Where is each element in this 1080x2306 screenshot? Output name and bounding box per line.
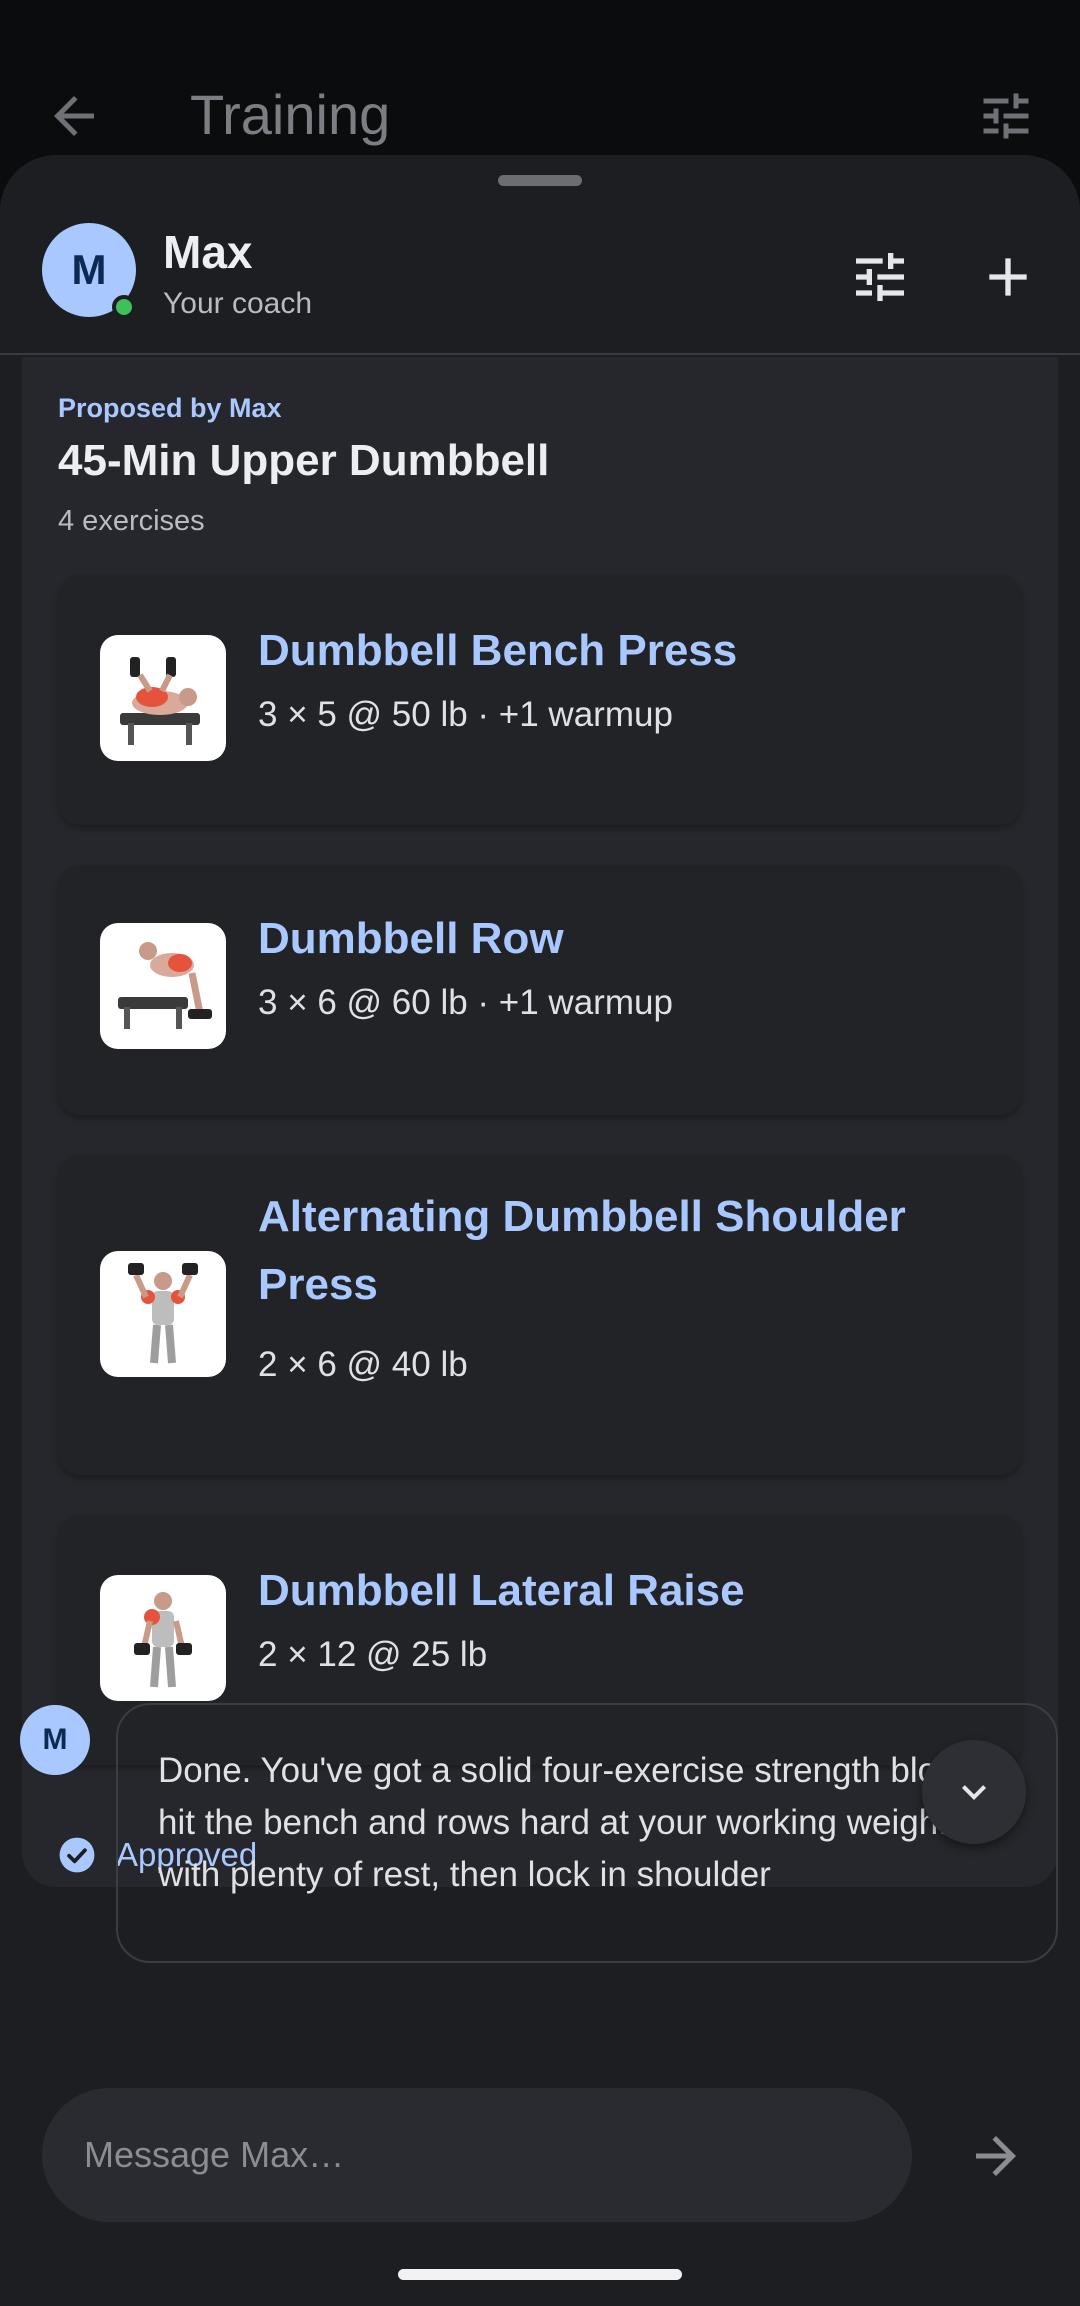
composer-bar: Message Max… <box>0 2066 1080 2306</box>
exercise-item[interactable]: Dumbbell Bench Press 3 × 5 @ 50 lb · +1 … <box>58 575 1022 825</box>
plan-title: 45-Min Upper Dumbbell <box>58 436 550 485</box>
exercise-item[interactable]: Alternating Dumbbell Shoulder Press 2 × … <box>58 1155 1022 1475</box>
scroll-to-bottom-button[interactable] <box>922 1740 1026 1844</box>
coach-avatar-initial: M <box>71 246 107 293</box>
coach-message-text: Done. You've got a solid four-exercise s… <box>158 1751 982 1894</box>
exercise-detail: 3 × 5 @ 50 lb · +1 warmup <box>258 695 673 734</box>
coach-message-bubble: Done. You've got a solid four-exercise s… <box>116 1703 1058 1963</box>
exercise-thumbnail <box>100 923 226 1049</box>
background-title: Training <box>190 83 391 146</box>
message-avatar: M <box>20 1705 90 1775</box>
proposed-by-label: Proposed by Max <box>58 393 282 423</box>
plus-icon[interactable] <box>976 245 1040 309</box>
chevron-down-icon <box>962 1785 986 1800</box>
exercise-detail: 2 × 6 @ 40 lb <box>258 1345 468 1384</box>
tune-icon[interactable] <box>848 245 912 309</box>
check-circle-icon <box>59 1837 95 1873</box>
exercise-count: 4 exercises <box>58 505 205 537</box>
exercise-item[interactable]: Dumbbell Row 3 × 6 @ 60 lb · +1 warmup <box>58 865 1022 1115</box>
exercise-name: Dumbbell Lateral Raise <box>258 1566 745 1615</box>
message-avatar-initial: M <box>42 1723 68 1756</box>
arrow-back-icon[interactable] <box>44 86 104 146</box>
exercise-thumbnail <box>100 635 226 761</box>
lateral-raise-illustration-icon <box>134 1592 192 1688</box>
bench-press-illustration-icon <box>120 657 200 745</box>
home-indicator[interactable] <box>398 2269 682 2280</box>
exercise-name: Alternating Dumbbell Shoulder Press <box>258 1192 906 1309</box>
row-illustration-icon <box>118 942 212 1029</box>
coach-header: M Max Your coach <box>0 195 1080 355</box>
message-input-placeholder: Message Max… <box>84 2134 345 2175</box>
shoulder-press-illustration-icon <box>128 1263 198 1364</box>
arrow-forward-icon[interactable] <box>966 2126 1026 2186</box>
exercise-thumbnail <box>100 1575 226 1701</box>
online-status-dot <box>112 295 136 319</box>
exercise-name: Dumbbell Bench Press <box>258 626 738 675</box>
exercise-detail: 2 × 12 @ 25 lb <box>258 1635 488 1674</box>
coach-name: Max <box>163 226 253 278</box>
sheet-drag-handle[interactable] <box>498 175 582 186</box>
tune-icon[interactable] <box>976 86 1036 146</box>
workout-plan-card: Proposed by Max 45-Min Upper Dumbbell 4 … <box>22 357 1058 1887</box>
coach-subtitle: Your coach <box>163 287 313 320</box>
message-input[interactable]: Message Max… <box>42 2088 912 2222</box>
exercise-detail: 3 × 6 @ 60 lb · +1 warmup <box>258 983 673 1022</box>
exercise-name: Dumbbell Row <box>258 914 564 963</box>
coach-chat-sheet: M Max Your coach Proposed by Max 45-Min … <box>0 155 1080 2306</box>
exercise-thumbnail <box>100 1251 226 1377</box>
